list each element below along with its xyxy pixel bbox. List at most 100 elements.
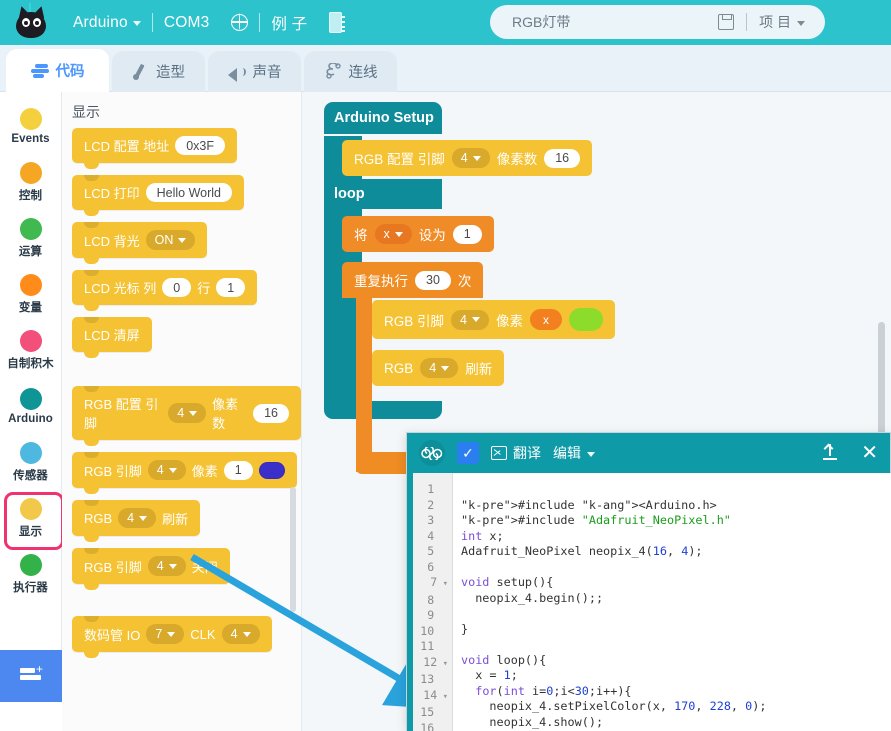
- sidebar-item-my-blocks[interactable]: 自制积木: [1, 322, 61, 378]
- palette-block-lcd-print[interactable]: LCD 打印 Hello World: [72, 175, 244, 216]
- dropdown-value: ON: [154, 233, 174, 247]
- sidebar-item-events[interactable]: Events: [1, 98, 61, 154]
- block-label: RGB 配置 引脚: [354, 152, 445, 167]
- color-swatch[interactable]: [568, 308, 603, 331]
- save-icon[interactable]: [718, 14, 735, 30]
- sidebar-item-label: 控制: [18, 189, 43, 202]
- palette-scrollbar[interactable]: [290, 487, 296, 612]
- block-label: CLK: [190, 626, 216, 642]
- block-dropdown-pin[interactable]: 4: [451, 148, 490, 168]
- upload-button[interactable]: [821, 443, 839, 462]
- add-extension-button[interactable]: +: [0, 650, 62, 702]
- workspace-block-rgb-show[interactable]: RGB 4 刷新: [372, 350, 505, 386]
- workspace-block-rgb-config[interactable]: RGB 配置 引脚 4 像素数 16: [342, 140, 593, 176]
- block-field-address[interactable]: 0x3F: [175, 136, 226, 155]
- wiring-icon: [324, 62, 342, 80]
- examples-menu[interactable]: 例 子: [260, 0, 318, 45]
- palette-block-lcd-clear[interactable]: LCD 清屏: [72, 317, 152, 358]
- palette-block-seg-display[interactable]: 数码管 IO 7 CLK 4: [72, 616, 272, 658]
- dropdown-value: 4: [127, 511, 135, 525]
- block-field-index[interactable]: 1: [223, 460, 253, 480]
- palette-block-lcd-backlight[interactable]: LCD 背光 ON: [72, 222, 208, 264]
- category-sidebar: Events 控制 运算 变量 自制积木 Arduino 传感器 显示 执行器: [0, 92, 64, 650]
- code-panel-actions: ✕: [821, 443, 878, 463]
- block-variable-x[interactable]: x: [529, 309, 562, 330]
- block-field-value[interactable]: 1: [452, 224, 482, 244]
- sidebar-item-control[interactable]: 控制: [1, 154, 61, 210]
- block-label: LCD 背光: [84, 233, 140, 249]
- dropdown-value: x: [383, 227, 390, 241]
- close-button[interactable]: ✕: [861, 443, 878, 463]
- palette-block-lcd-cursor[interactable]: LCD 光标 列 0 行 1: [72, 270, 258, 311]
- workspace-block-repeat[interactable]: 重复执行 30 次: [342, 262, 484, 298]
- palette-block-rgb-config[interactable]: RGB 配置 引脚 4 像素数 16: [72, 386, 301, 446]
- sidebar-item-variables[interactable]: 变量: [1, 266, 61, 322]
- block-dropdown-pin[interactable]: 4: [118, 508, 157, 528]
- block-dropdown-pin[interactable]: 4: [168, 403, 207, 423]
- translate-button[interactable]: 翻译: [491, 443, 541, 463]
- project-menu[interactable]: 项 目: [759, 12, 825, 32]
- block-dropdown-clk[interactable]: 4: [221, 624, 260, 644]
- block-label: RGB 引脚: [84, 463, 142, 479]
- block-dropdown-io[interactable]: 7: [146, 624, 185, 644]
- sidebar-item-label: 自制积木: [7, 357, 54, 370]
- block-field-times[interactable]: 30: [415, 270, 451, 290]
- chevron-down-icon: [471, 317, 480, 322]
- tab-costume[interactable]: 造型: [112, 51, 205, 92]
- palette-block-rgb-off[interactable]: RGB 引脚 4 关闭: [72, 548, 230, 590]
- board-selector[interactable]: Arduino: [62, 0, 152, 45]
- workspace-loop-label[interactable]: loop: [324, 179, 442, 209]
- sidebar-item-sensors[interactable]: 传感器: [1, 434, 61, 490]
- block-label: 像素数: [212, 397, 239, 431]
- block-field-count[interactable]: 16: [544, 148, 581, 168]
- translate-icon: [491, 446, 507, 460]
- project-menu-label: 项 目: [759, 14, 791, 30]
- loop-label: loop: [334, 186, 365, 202]
- tab-sound[interactable]: 声音: [208, 51, 301, 92]
- block-field-count[interactable]: 16: [253, 403, 289, 423]
- tab-code[interactable]: 代码: [6, 49, 109, 92]
- chevron-down-icon: [441, 365, 450, 371]
- block-dropdown-variable[interactable]: x: [374, 224, 412, 244]
- block-field-row[interactable]: 1: [216, 278, 246, 297]
- block-label: 重复执行: [354, 274, 408, 289]
- block-palette: 显示 LCD 配置 地址 0x3F LCD 打印 Hello World LCD…: [62, 92, 302, 731]
- sidebar-item-display[interactable]: 显示: [1, 490, 64, 550]
- block-dropdown-pin[interactable]: 4: [147, 460, 186, 480]
- speaker-icon: [227, 65, 246, 82]
- color-swatch[interactable]: [258, 461, 285, 479]
- block-field-text[interactable]: Hello World: [145, 183, 232, 202]
- code-text[interactable]: "k-pre">#include "k-ang"><Arduino.h> "k-p…: [453, 473, 891, 731]
- edit-menu[interactable]: 编辑: [553, 443, 595, 463]
- workspace-hat-setup[interactable]: Arduino Setup: [324, 102, 442, 134]
- chevron-down-icon: [168, 563, 177, 569]
- block-label: RGB: [84, 510, 113, 526]
- block-label: LCD 打印: [84, 186, 140, 201]
- sidebar-item-label: 变量: [18, 301, 43, 314]
- workspace-block-rgb-pixel[interactable]: RGB 引脚 4 像素 x: [372, 300, 615, 339]
- sidebar-item-arduino[interactable]: Arduino: [1, 378, 61, 434]
- sidebar-item-label: 运算: [18, 245, 43, 258]
- port-selector[interactable]: COM3: [153, 0, 221, 45]
- palette-block-rgb-show[interactable]: RGB 4 刷新: [72, 500, 201, 542]
- block-dropdown-pin[interactable]: 4: [451, 309, 489, 330]
- workspace-block-set-variable[interactable]: 将 x 设为 1: [342, 216, 494, 252]
- verify-button[interactable]: ✓: [457, 442, 479, 464]
- palette-block-lcd-config[interactable]: LCD 配置 地址 0x3F: [72, 128, 238, 169]
- tab-wiring[interactable]: 连线: [304, 51, 397, 92]
- code-editor[interactable]: 1 ▾2 ▾3 ▾4 ▾5 ▾6 ▾7 ▾8 ▾9 ▾10 ▾11 ▾12 ▾1…: [407, 473, 891, 731]
- project-name-input[interactable]: RGB灯带: [490, 12, 718, 32]
- app-logo[interactable]: [0, 0, 62, 45]
- block-dropdown-backlight[interactable]: ON: [145, 230, 196, 250]
- sidebar-item-operators[interactable]: 运算: [1, 210, 61, 266]
- language-button[interactable]: [220, 0, 259, 45]
- board-chip-button[interactable]: [318, 0, 353, 45]
- block-field-column[interactable]: 0: [162, 278, 192, 297]
- block-dropdown-pin[interactable]: 4: [147, 556, 186, 576]
- palette-block-rgb-pixel[interactable]: RGB 引脚 4 像素 1: [72, 452, 297, 494]
- block-dropdown-pin[interactable]: 4: [420, 358, 459, 378]
- brush-icon: [132, 64, 149, 80]
- sidebar-item-actuators[interactable]: 执行器: [1, 546, 61, 602]
- category-dot-icon: [19, 441, 42, 464]
- dropdown-value: 7: [155, 627, 163, 641]
